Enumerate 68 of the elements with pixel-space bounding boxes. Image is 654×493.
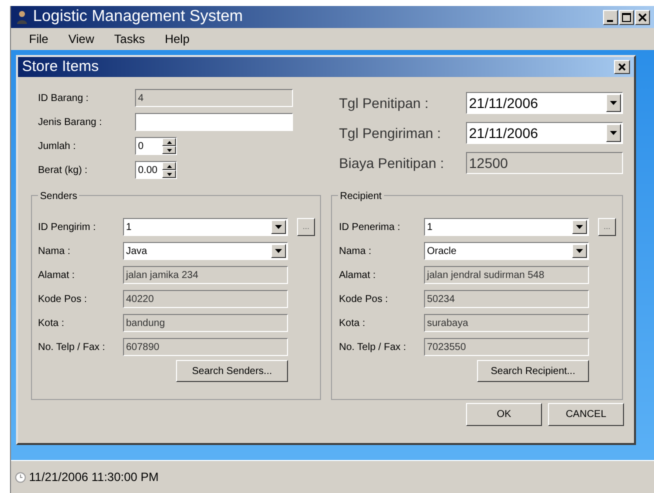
caret-icon [610,131,617,135]
person-icon [15,10,29,24]
field-label: Alamat : [38,268,76,282]
minimize-icon[interactable] [603,10,618,24]
menu-item[interactable]: View [68,30,94,48]
field-label: Jumlah : [38,140,77,154]
spin-field[interactable]: 0 [135,137,177,155]
readonly-field: surabaya [424,314,589,332]
search-button[interactable]: Search Recipient... [477,360,589,382]
caret-icon [576,225,583,229]
readonly-field: 40220 [123,290,288,308]
field-label: Jenis Barang : [38,116,103,130]
field-label: Alamat : [339,268,377,282]
field-label: No. Telp / Fax : [339,340,408,354]
spin-up-icon[interactable] [162,162,176,170]
readonly-field: bandung [123,314,288,332]
combo-box[interactable]: 1 [123,218,288,236]
window-title: Logistic Management System [33,7,244,27]
field-label: Biaya Penitipan : [339,154,446,173]
combo-box[interactable]: 21/11/2006 [466,92,623,114]
close-icon[interactable] [614,60,630,74]
status-datetime: 11/21/2006 11:30:00 PM [29,469,159,486]
search-button[interactable]: Search Senders... [176,360,288,382]
readonly-field: 607890 [123,338,288,356]
browse-button[interactable]: ... [598,218,616,236]
field-label: Kota : [38,316,66,330]
spin-down-icon[interactable] [162,146,176,154]
field-label: ID Penerima : [339,220,402,234]
field-label: Kode Pos : [38,292,88,306]
menu-item[interactable]: Tasks [114,30,145,48]
field-label: Nama : [38,244,72,258]
field-label: Tgl Penitipan : [339,94,430,113]
field-label: Nama : [339,244,372,258]
dialog-button[interactable]: CANCEL [548,403,624,426]
readonly-field: 7023550 [424,338,589,356]
field-label: Kode Pos : [339,292,389,306]
spin-down-icon[interactable] [162,170,176,178]
spin-field[interactable]: 0.00 [135,161,177,179]
readonly-field: 4 [135,89,293,107]
caret-icon [275,225,282,229]
combo-box[interactable]: Java [123,242,288,260]
menu-item[interactable]: File [29,30,48,48]
browse-button[interactable]: ... [297,218,315,236]
combo-box[interactable]: 21/11/2006 [466,122,623,144]
clock-icon [15,472,26,482]
spin-up-icon[interactable] [162,138,176,146]
field-label: Kota : [339,316,366,330]
dialog-title: Store Items [22,56,100,77]
field-label: Berat (kg) : [38,164,88,178]
dialog-button[interactable]: OK [466,403,542,426]
caret-icon [610,101,617,105]
combo-box[interactable]: 1 [424,218,589,236]
readonly-field: 50234 [424,290,589,308]
field-label: Tgl Pengiriman : [339,124,442,143]
caret-icon [576,249,583,253]
readonly-field: jalan jendral sudirman 548 [424,266,589,284]
menu-item[interactable]: Help [164,30,190,48]
caret-icon [275,249,282,253]
combo-box[interactable]: Oracle [424,242,589,260]
close-icon[interactable] [635,10,650,24]
field-label: No. Telp / Fax : [38,340,106,354]
field-label: ID Pengirim : [38,220,97,234]
maximize-icon[interactable] [619,10,634,24]
field-label: ID Barang : [38,92,90,106]
readonly-field: 12500 [466,152,623,174]
readonly-field: jalan jamika 234 [123,266,288,284]
group-title: Recipient [338,189,384,204]
text-field[interactable] [135,113,293,131]
